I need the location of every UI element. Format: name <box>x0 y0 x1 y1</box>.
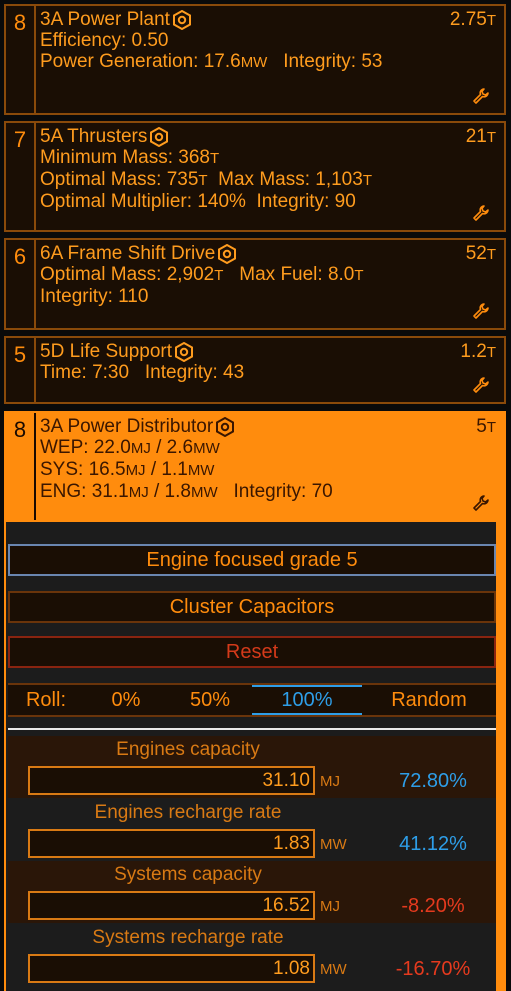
module-stat: Optimal Mass: 2,902T Max Fuel: 8.0T <box>40 264 364 285</box>
stat-unit: MW <box>320 961 347 978</box>
slot-size: 8 <box>6 413 36 520</box>
wrench-icon[interactable] <box>472 87 490 105</box>
stat-value-input[interactable]: 31.10 <box>28 766 315 795</box>
stat-label: Systems recharge rate <box>92 927 284 948</box>
roll-option-random[interactable]: Random <box>362 685 496 715</box>
module-name: 5D Life Support <box>40 341 173 362</box>
stat-row: Engines recharge rate 1.83 MW 41.12% <box>8 799 496 861</box>
slot-size: 5 <box>6 338 36 402</box>
module-power-plant[interactable]: 8 3A Power Plant 2.75T Efficiency: 0.50 … <box>4 4 506 115</box>
module-name: 5A Thrusters <box>40 126 148 147</box>
module-mass: 52T <box>465 243 496 264</box>
stat-label: Systems capacity <box>114 864 262 885</box>
module-stat: Power Generation: 17.6MW Integrity: 53 <box>40 51 383 72</box>
divider <box>8 728 496 730</box>
stat-change: -8.20% <box>401 895 465 917</box>
stat-row: Systems capacity 16.52 MJ -8.20% <box>8 861 496 923</box>
roll-selector: Roll: 0% 50% 100% Random <box>8 683 496 717</box>
module-life-support[interactable]: 5 5D Life Support 1.2T Time: 7:30 Integr… <box>4 336 506 404</box>
slot-size: 6 <box>6 240 36 328</box>
engineering-hex-icon <box>172 10 192 30</box>
module-frame-shift-drive[interactable]: 6 6A Frame Shift Drive 52T Optimal Mass:… <box>4 238 506 330</box>
blueprint-button[interactable]: Engine focused grade 5 <box>8 544 496 576</box>
stat-change: -16.70% <box>395 958 471 980</box>
module-mass: 5T <box>476 416 496 437</box>
wrench-icon[interactable] <box>472 494 490 512</box>
module-power-distributor[interactable]: 8 3A Power Distributor 5T WEP: 22.0MJ / … <box>4 411 506 522</box>
module-stat-eng: ENG: 31.1MJ / 1.8MW Integrity: 70 <box>40 481 333 502</box>
engineering-panel: Engine focused grade 5 Cluster Capacitor… <box>4 522 506 991</box>
module-stat-sys: SYS: 16.5MJ / 1.1MW <box>40 459 215 480</box>
stat-unit: MJ <box>320 773 340 790</box>
engineering-hex-icon <box>149 127 169 147</box>
scrollbar[interactable] <box>496 522 506 991</box>
module-stat: Time: 7:30 Integrity: 43 <box>40 362 245 383</box>
module-stat: Optimal Mass: 735T Max Mass: 1,103T <box>40 169 372 190</box>
stat-label: Engines capacity <box>116 739 260 760</box>
module-stat: Optimal Multiplier: 140% Integrity: 90 <box>40 191 356 212</box>
module-stat: Integrity: 110 <box>40 286 149 307</box>
module-stat: Efficiency: 0.50 <box>40 30 169 51</box>
stat-unit: MW <box>320 836 347 853</box>
stat-row: Systems recharge rate 1.08 MW -16.70% <box>8 924 496 986</box>
slot-size: 8 <box>6 6 36 113</box>
module-name: 3A Power Distributor <box>40 416 214 437</box>
stat-label: Engines recharge rate <box>94 802 282 823</box>
engineering-hex-icon <box>174 342 194 362</box>
stat-change: 41.12% <box>399 833 467 855</box>
stat-unit: MJ <box>320 898 340 915</box>
stat-value-input[interactable]: 16.52 <box>28 891 315 920</box>
roll-label: Roll: <box>25 688 66 711</box>
stat-value-input[interactable]: 1.83 <box>28 829 315 858</box>
roll-option-50[interactable]: 50% <box>168 685 252 715</box>
roll-option-0[interactable]: 0% <box>84 685 168 715</box>
module-mass: 2.75T <box>449 9 496 30</box>
roll-option-100[interactable]: 100% <box>252 685 362 715</box>
module-name: 6A Frame Shift Drive <box>40 243 216 264</box>
module-name: 3A Power Plant <box>40 9 170 30</box>
wrench-icon[interactable] <box>472 302 490 320</box>
module-thrusters[interactable]: 7 5A Thrusters 21T Minimum Mass: 368T Op… <box>4 121 506 232</box>
module-mass: 1.2T <box>460 341 496 362</box>
wrench-icon[interactable] <box>472 376 490 394</box>
engineering-hex-icon <box>215 417 235 437</box>
experimental-effect-button[interactable]: Cluster Capacitors <box>8 591 496 623</box>
module-mass: 21T <box>465 126 496 147</box>
wrench-icon[interactable] <box>472 204 490 222</box>
reset-button[interactable]: Reset <box>8 636 496 668</box>
stat-change: 72.80% <box>399 770 467 792</box>
engineering-hex-icon <box>217 244 237 264</box>
module-stat: Minimum Mass: 368T <box>40 147 220 168</box>
slot-size: 7 <box>6 123 36 230</box>
module-stat-wep: WEP: 22.0MJ / 2.6MW <box>40 437 220 458</box>
stat-row: Engines capacity 31.10 MJ 72.80% <box>8 736 496 798</box>
stat-value-input[interactable]: 1.08 <box>28 954 315 983</box>
